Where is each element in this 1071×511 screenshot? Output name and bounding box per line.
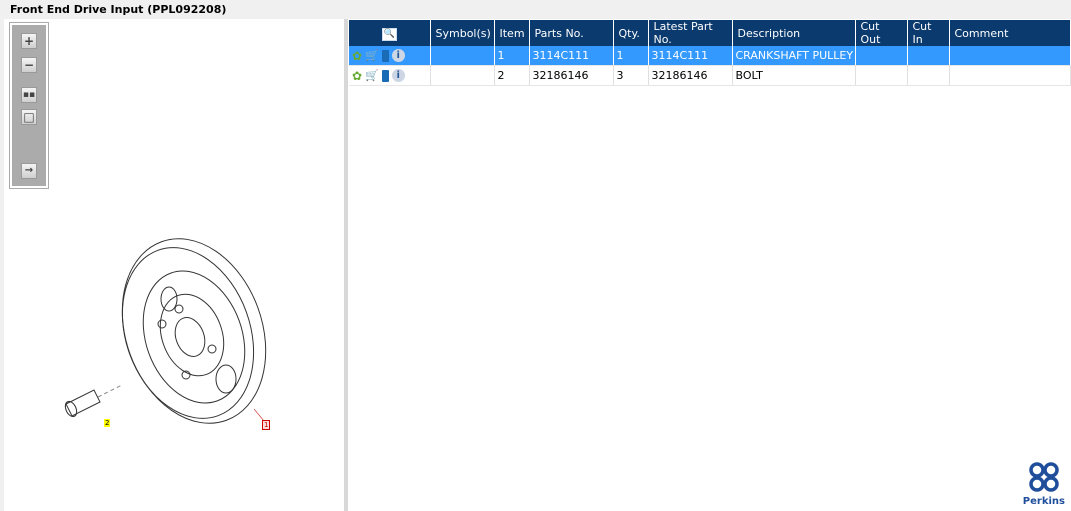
cell-parts-no: 32186146: [529, 65, 614, 86]
cell-comment: [949, 46, 1071, 66]
header-comment[interactable]: Comment: [949, 20, 1071, 46]
drawing-panel[interactable]: + − ▪▪ □ → 2 1: [4, 19, 344, 511]
cell-description: BOLT: [732, 65, 856, 86]
parts-list-panel: 🔍 Symbol(s) Item Parts No. Qty. Latest P…: [348, 19, 1071, 511]
table-row[interactable]: ✿ 🛒 i 1 3114C111 1 3114C111 CRANKSHAFT PUL…: [349, 46, 1071, 66]
table-header: 🔍 Symbol(s) Item Parts No. Qty. Latest P…: [349, 20, 1071, 46]
cart-icon[interactable]: 🛒: [365, 69, 379, 82]
info-icon[interactable]: i: [391, 49, 405, 62]
cell-latest: 32186146: [648, 65, 733, 86]
book-icon[interactable]: [381, 49, 389, 62]
header-cut-out[interactable]: Cut Out: [855, 20, 908, 46]
header-search-icon[interactable]: 🔍: [349, 20, 431, 46]
callout-2[interactable]: 2: [104, 419, 111, 427]
callout-1[interactable]: 1: [262, 420, 271, 430]
cell-cut-out: [855, 46, 908, 66]
cart-icon[interactable]: 🛒: [365, 49, 379, 62]
cell-item: 2: [494, 65, 530, 86]
cell-cut-in: [907, 46, 950, 66]
perkins-logo: Perkins: [1023, 461, 1065, 507]
header-symbols[interactable]: Symbol(s): [430, 20, 495, 46]
header-parts-no[interactable]: Parts No.: [529, 20, 614, 46]
table-row[interactable]: ✿ 🛒 i 2 32186146 3 32186146 BOLT: [349, 65, 1071, 86]
perkins-logo-icon: [1029, 462, 1059, 492]
header-item[interactable]: Item: [494, 20, 530, 46]
cell-cut-in: [907, 65, 950, 86]
header-qty[interactable]: Qty.: [613, 20, 649, 46]
header-cut-in[interactable]: Cut In: [907, 20, 950, 46]
page-title: Front End Drive Input (PPL092208): [10, 3, 227, 16]
cell-qty: 1: [613, 46, 649, 66]
cell-item: 1: [494, 46, 530, 66]
cell-qty: 3: [613, 65, 649, 86]
info-icon[interactable]: i: [391, 69, 405, 82]
cell-latest: 3114C111: [648, 46, 733, 66]
parts-drawing: [64, 238, 267, 424]
header-description[interactable]: Description: [732, 20, 856, 46]
gear-icon[interactable]: ✿: [352, 49, 362, 63]
cell-symbols: [430, 65, 495, 86]
cell-symbols: [430, 46, 495, 66]
cell-parts-no: 3114C111: [529, 46, 614, 66]
book-icon[interactable]: [381, 69, 389, 82]
cell-cut-out: [855, 65, 908, 86]
cell-comment: [949, 65, 1071, 86]
parts-table: 🔍 Symbol(s) Item Parts No. Qty. Latest P…: [349, 20, 1071, 86]
header-latest-part-no[interactable]: Latest Part No.: [648, 20, 733, 46]
cell-description: CRANKSHAFT PULLEY: [732, 46, 856, 66]
gear-icon[interactable]: ✿: [352, 69, 362, 83]
